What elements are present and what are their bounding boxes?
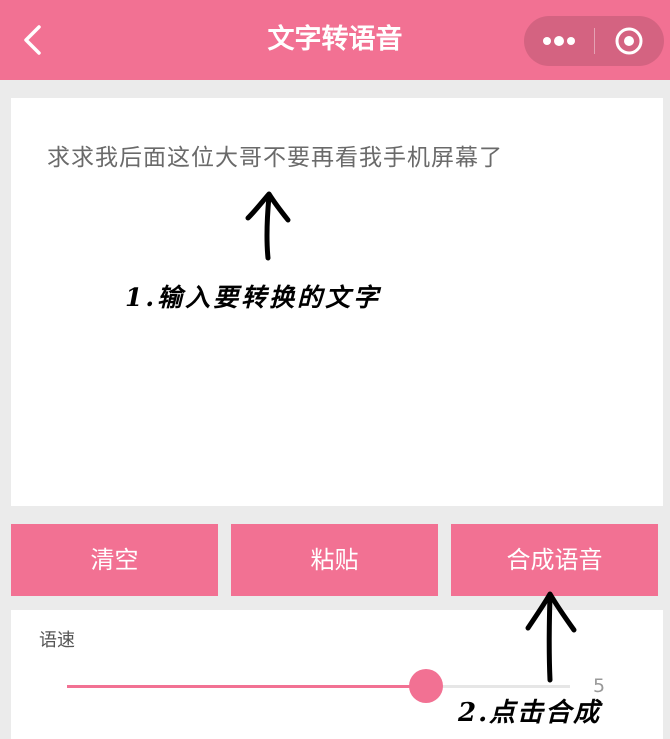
- more-button[interactable]: [524, 16, 594, 66]
- nav-header: 文字转语音: [0, 0, 670, 80]
- chevron-left-icon: [24, 25, 41, 55]
- speed-label: 语速: [39, 630, 75, 651]
- synthesize-button[interactable]: 合成语音: [451, 524, 658, 596]
- speed-slider[interactable]: [67, 669, 570, 703]
- text-input-content[interactable]: 求求我后面这位大哥不要再看我手机屏幕了: [47, 138, 637, 172]
- close-button[interactable]: [594, 16, 664, 66]
- mini-program-capsule: [524, 16, 664, 66]
- paste-button[interactable]: 粘贴: [231, 524, 438, 596]
- annotation-step1: 1.输入要转换的文字: [125, 283, 382, 312]
- speed-slider-fill: [67, 685, 427, 688]
- speed-slider-thumb[interactable]: [409, 669, 444, 703]
- record-close-icon: [615, 27, 643, 55]
- arrow-up-annotation-2: [525, 591, 577, 683]
- back-button[interactable]: [12, 18, 56, 62]
- arrow-up-annotation-1: [245, 191, 291, 261]
- annotation-step2: 2.点击合成: [458, 698, 602, 728]
- clear-button[interactable]: 清空: [11, 524, 218, 596]
- more-dots-icon: [543, 36, 575, 46]
